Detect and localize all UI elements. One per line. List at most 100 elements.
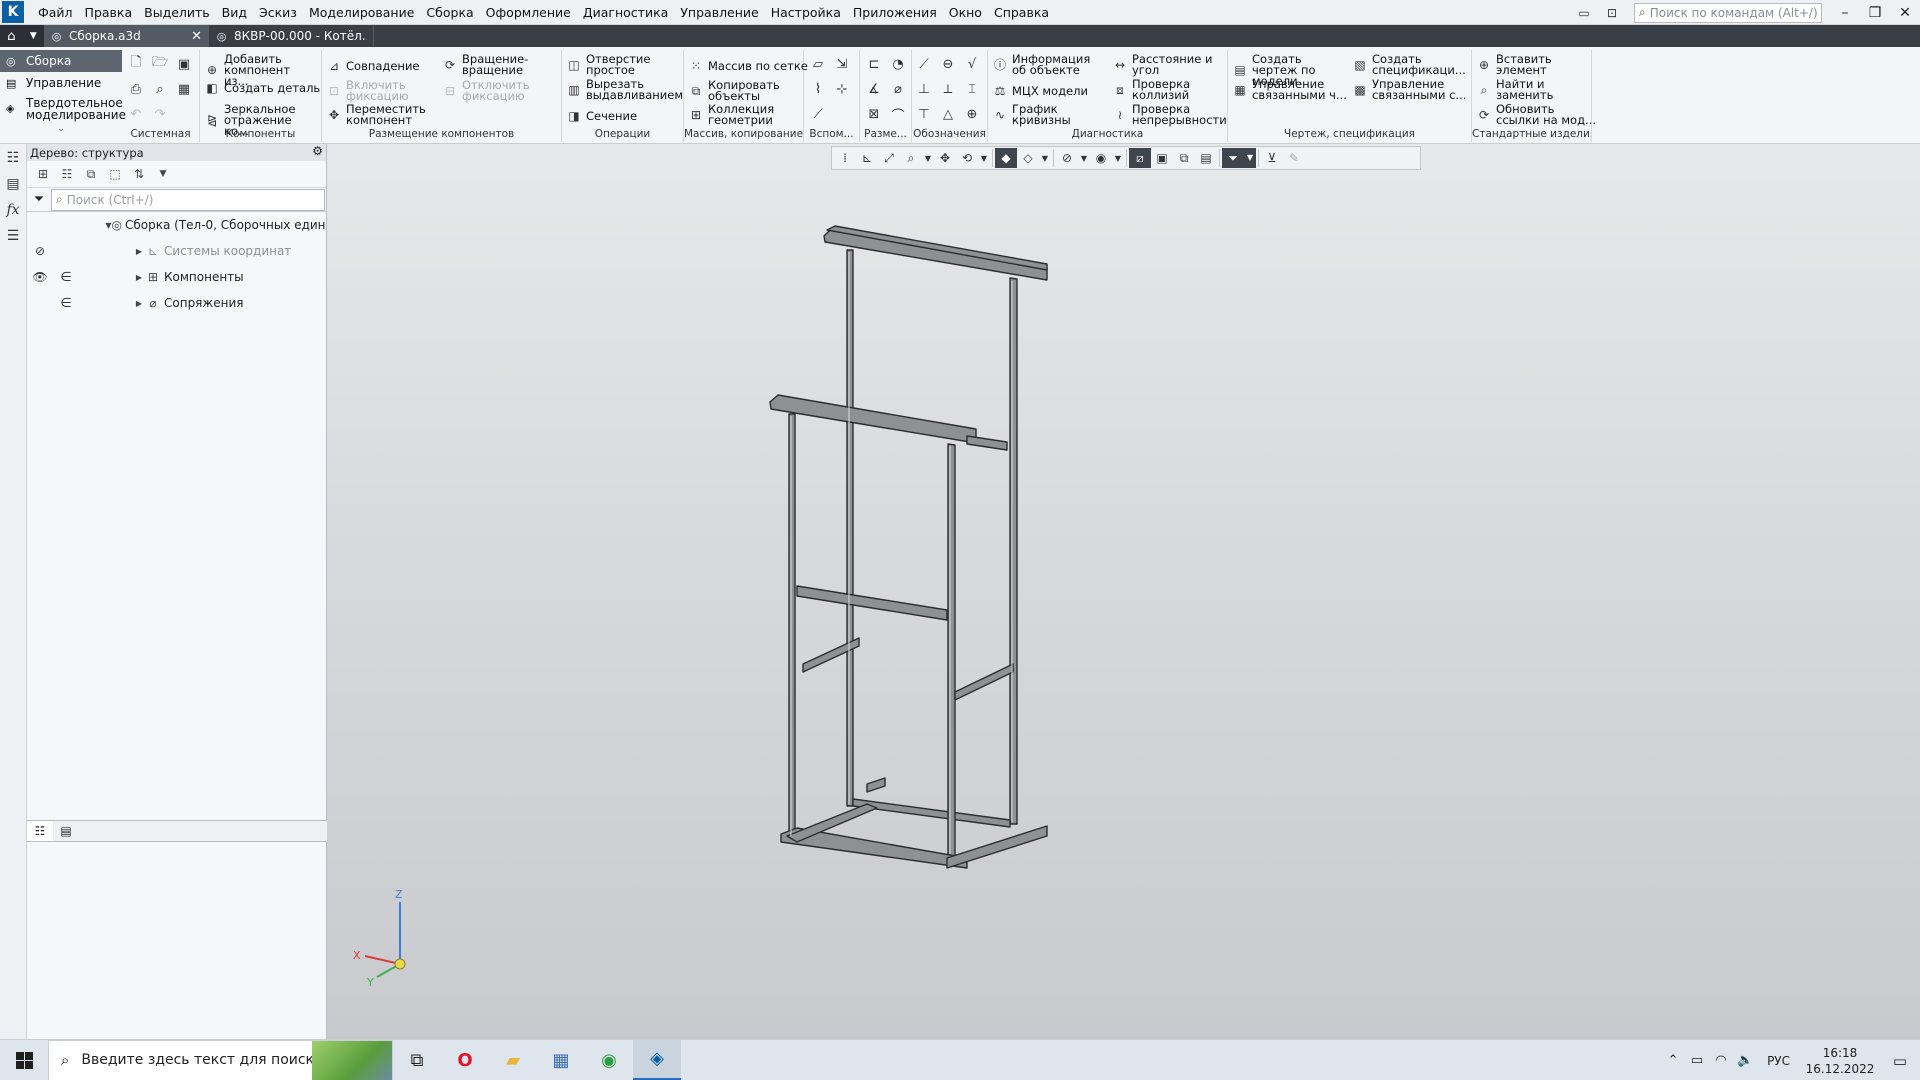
gear-icon[interactable]: ⚙ bbox=[312, 144, 323, 158]
preview-icon[interactable]: ⌕ bbox=[150, 79, 170, 99]
frame-beam[interactable] bbox=[846, 249, 854, 807]
frame-beam[interactable] bbox=[947, 443, 956, 857]
new-file-icon[interactable]: 🗋 bbox=[126, 54, 146, 74]
3d-viewport[interactable]: ⁞ ⊾ ⤢ ⌕ ▼ ✥ ⟲ ▼ ◆ ◇ ▼ ⊘ ▼ ◉ ▼ ⧄ ▣ ⧉ ▤ ⏷ … bbox=[327, 144, 1920, 1039]
task-view-icon[interactable]: ⧉ bbox=[393, 1040, 441, 1080]
frame-beam[interactable] bbox=[954, 663, 1014, 701]
filter-icon[interactable]: ⏷ bbox=[27, 188, 51, 212]
save-icon[interactable]: ▣ bbox=[174, 54, 194, 74]
mode-solid-modeling[interactable]: ◈ Твердотельное моделирование bbox=[0, 94, 126, 124]
screen-icon[interactable]: ⊡ bbox=[1601, 4, 1623, 22]
eye-icon[interactable]: 👁 bbox=[27, 270, 53, 284]
properties-panel-icon[interactable]: ▤ bbox=[1, 172, 25, 196]
kompas-taskbar-icon[interactable]: ◈ bbox=[633, 1039, 681, 1080]
expand-arrow-icon[interactable]: ▶ bbox=[133, 247, 145, 256]
include-icon[interactable]: ∈ bbox=[53, 270, 79, 285]
tree-list-icon[interactable]: ☷ bbox=[55, 163, 79, 185]
move-component-button[interactable]: ✥ Переместить компонент bbox=[326, 103, 426, 126]
mark-icon[interactable]: ⌶ bbox=[962, 79, 982, 99]
linked-specs-button[interactable]: ▩ Управление связанными с... bbox=[1352, 78, 1467, 101]
menu-help[interactable]: Справка bbox=[988, 0, 1055, 25]
kompas-logo-icon[interactable]: K bbox=[2, 1, 24, 23]
frame-model[interactable]: Z X Y bbox=[327, 144, 1920, 1039]
collision-check-button[interactable]: ⧈ Проверка коллизий bbox=[1112, 78, 1202, 101]
tree-node-assembly[interactable]: ▼ ◎ Сборка (Тел-0, Сборочных единиц bbox=[27, 212, 326, 238]
menu-select[interactable]: Выделить bbox=[138, 0, 216, 25]
mode-assembly[interactable]: ◎ Сборка bbox=[0, 50, 122, 72]
tolerance-icon[interactable]: ⊥ bbox=[914, 79, 934, 99]
menu-file[interactable]: Файл bbox=[32, 0, 79, 25]
roughness-icon[interactable]: √ bbox=[962, 54, 982, 74]
menu-view[interactable]: Вид bbox=[216, 0, 253, 25]
wifi-icon[interactable]: ◠ bbox=[1709, 1053, 1733, 1068]
find-replace-button[interactable]: ⌕ Найти и заменить bbox=[1476, 78, 1566, 101]
frame-beam[interactable] bbox=[823, 229, 1048, 281]
taskbar-search-input[interactable]: ⌕ Введите здесь текст для поиска bbox=[48, 1039, 393, 1080]
create-spec-button[interactable]: ▧ Создать спецификаци... bbox=[1352, 53, 1467, 76]
disable-fix-button[interactable]: ⊟ Отключить фиксацию bbox=[442, 79, 542, 102]
undo-icon[interactable]: ↶ bbox=[126, 104, 146, 124]
opera-icon[interactable]: O bbox=[441, 1040, 489, 1080]
point-icon[interactable]: ⊹ bbox=[832, 79, 852, 99]
frame-beam[interactable] bbox=[852, 798, 1011, 828]
geom-collection-button[interactable]: ⊞ Коллекция геометрии bbox=[688, 103, 778, 126]
copy-objects-button[interactable]: ⧉ Копировать объекты bbox=[688, 79, 780, 102]
tab-assembly[interactable]: ◎ Сборка.a3d ✕ bbox=[44, 25, 209, 47]
hole-button[interactable]: ◫ Отверстие простое bbox=[566, 53, 656, 76]
tab-boiler[interactable]: ◎ 8КВР-00.000 - Котёл.... bbox=[209, 25, 374, 47]
start-button[interactable] bbox=[0, 1040, 48, 1080]
frame-beam[interactable] bbox=[769, 394, 977, 444]
frame-beam[interactable] bbox=[788, 413, 796, 839]
menu-settings[interactable]: Настройка bbox=[765, 0, 847, 25]
surface-icon[interactable]: ⌇ bbox=[808, 79, 828, 99]
tree-select-icon[interactable]: ⬚ bbox=[103, 163, 127, 185]
minimize-icon[interactable]: – bbox=[1830, 0, 1860, 25]
file-explorer-icon[interactable]: ▰ bbox=[489, 1040, 537, 1080]
menu-design[interactable]: Оформление bbox=[480, 0, 577, 25]
datum-icon[interactable]: △ bbox=[938, 104, 958, 124]
center-icon[interactable]: ⊕ bbox=[962, 104, 982, 124]
frame-beam[interactable] bbox=[866, 777, 886, 793]
linear-dim-icon[interactable]: ⊏ bbox=[864, 54, 884, 74]
volume-icon[interactable]: 🔈 bbox=[1733, 1053, 1757, 1068]
frame-beam[interactable] bbox=[946, 825, 1048, 869]
tree-components-icon[interactable]: ⧉ bbox=[79, 163, 103, 185]
save-all-icon[interactable]: ▦ bbox=[174, 79, 194, 99]
chevron-up-icon[interactable]: ⌃ bbox=[1661, 1053, 1685, 1068]
include-icon[interactable]: ∈ bbox=[53, 296, 79, 311]
coincidence-button[interactable]: ⊿ Совпадение bbox=[326, 58, 420, 74]
menu-modeling[interactable]: Моделирование bbox=[303, 0, 420, 25]
menu-apps[interactable]: Приложения bbox=[847, 0, 943, 25]
update-links-button[interactable]: ⟳ Обновить ссылки на мод... bbox=[1476, 103, 1596, 126]
line-icon[interactable]: ⟋ bbox=[808, 104, 828, 124]
tree-view-tab[interactable]: ☷ bbox=[27, 821, 53, 841]
tab-close-icon[interactable]: ✕ bbox=[191, 29, 202, 44]
plane-icon[interactable]: ⏥ bbox=[808, 54, 828, 74]
notifications-icon[interactable]: ▭ bbox=[1880, 1052, 1920, 1070]
diameter-dim-icon[interactable]: ⌀ bbox=[888, 79, 908, 99]
mass-props-button[interactable]: ⚖ МЦХ модели bbox=[992, 83, 1088, 99]
expand-chevron-icon[interactable]: ⌄ bbox=[0, 124, 122, 134]
continuity-check-button[interactable]: ≀ Проверка непрерывности bbox=[1112, 103, 1232, 126]
menu-sketch[interactable]: Эскиз bbox=[253, 0, 303, 25]
tree-search-input[interactable]: ⌕ Поиск (Ctrl+/) bbox=[51, 188, 325, 211]
curvature-button[interactable]: ∿ График кривизны bbox=[992, 103, 1072, 126]
tree-sort-icon[interactable]: ⇅ bbox=[127, 163, 151, 185]
print-icon[interactable]: ⎙ bbox=[126, 79, 146, 99]
menu-window[interactable]: Окно bbox=[943, 0, 988, 25]
tree-panel-icon[interactable]: ☷ bbox=[1, 146, 25, 170]
list-view-tab[interactable]: ▤ bbox=[53, 821, 79, 841]
layers-icon[interactable]: ☰ bbox=[1, 224, 25, 248]
frame-beam[interactable] bbox=[966, 435, 1008, 451]
leader-icon[interactable]: ⟋ bbox=[914, 54, 934, 74]
redo-icon[interactable]: ↷ bbox=[150, 104, 170, 124]
position-icon[interactable]: ⊤ bbox=[914, 104, 934, 124]
layout-icon[interactable]: ▭ bbox=[1573, 4, 1595, 22]
chamfer-dim-icon[interactable]: ⊠ bbox=[864, 104, 884, 124]
close-icon[interactable]: ✕ bbox=[1890, 0, 1920, 25]
enable-fix-button[interactable]: ⊡ Включить фиксацию bbox=[326, 79, 416, 102]
open-folder-icon[interactable]: 🗁 bbox=[150, 54, 170, 74]
calculator-icon[interactable]: ▦ bbox=[537, 1040, 585, 1080]
chevron-down-icon[interactable]: ▼ bbox=[151, 163, 175, 185]
menu-assembly[interactable]: Сборка bbox=[420, 0, 479, 25]
